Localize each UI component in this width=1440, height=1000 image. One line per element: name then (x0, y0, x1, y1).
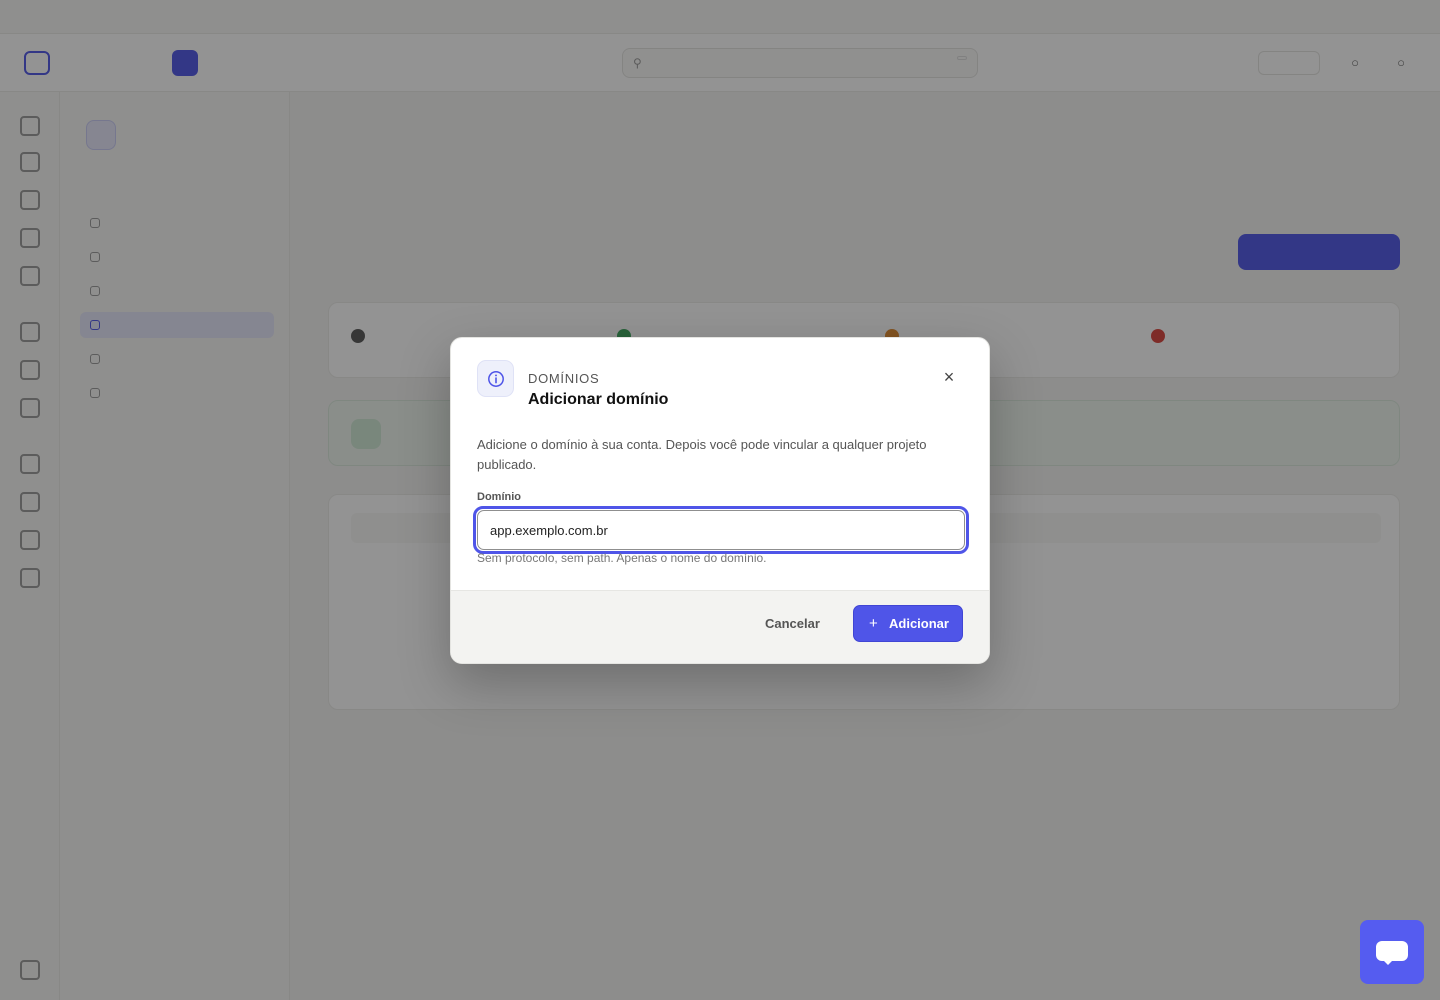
cancel-button[interactable]: Cancelar (765, 616, 820, 631)
domain-field-hint: Sem protocolo, sem path. Apenas o nome d… (477, 551, 767, 565)
add-domain-dialog: DOMÍNIOS Adicionar domínio × Adicione o … (450, 337, 990, 664)
add-button[interactable]: + Adicionar (853, 605, 963, 642)
close-icon[interactable]: × (939, 368, 959, 388)
chat-widget-button[interactable] (1360, 920, 1424, 984)
dialog-description: Adicione o domínio à sua conta. Depois v… (477, 437, 927, 472)
domain-input[interactable] (477, 510, 965, 550)
dialog-footer: Cancelar + Adicionar (451, 590, 989, 663)
chat-bubble-icon (1376, 941, 1408, 961)
domain-field-label: Domínio (477, 491, 521, 503)
dialog-eyebrow: DOMÍNIOS (528, 371, 600, 386)
dialog-title: Adicionar domínio (528, 391, 669, 408)
add-button-label: Adicionar (889, 616, 949, 631)
plus-icon: + (869, 615, 878, 632)
info-icon (477, 360, 514, 397)
